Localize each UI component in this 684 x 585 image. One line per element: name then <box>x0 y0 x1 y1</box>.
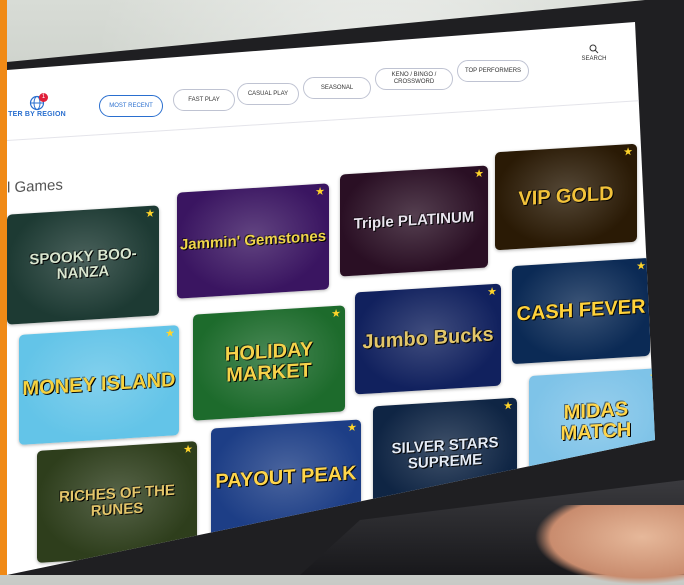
game-tile[interactable]: Jammin' Gemstones ★ <box>177 183 329 299</box>
game-title: MONEY ISLAND <box>22 368 176 401</box>
game-title: Jumbo Bucks <box>362 323 494 354</box>
favorite-star-icon[interactable]: ★ <box>487 286 497 299</box>
game-tile[interactable]: HOLIDAY MARKET ★ <box>193 305 345 421</box>
favorite-star-icon[interactable]: ★ <box>503 400 513 413</box>
search-button[interactable]: SEARCH <box>579 44 609 62</box>
tab-top-performers[interactable]: TOP PERFORMERS <box>457 60 529 82</box>
game-title: SPOOKY BOO-NANZA <box>29 244 137 283</box>
favorite-star-icon[interactable]: ★ <box>331 308 341 321</box>
game-tile[interactable]: VIP GOLD ★ <box>495 143 637 251</box>
tab-keno-bingo-crossword[interactable]: KENO / BINGO / CROSSWORD <box>375 68 453 90</box>
game-title: PAYOUT PEAK <box>215 462 357 493</box>
tab-casual-play[interactable]: CASUAL PLAY <box>237 83 299 105</box>
game-tile[interactable]: Jumbo Bucks ★ <box>355 283 501 395</box>
game-title: RICHES OF THE RUNES <box>59 481 175 520</box>
game-tile[interactable]: CASH FEVER ★ <box>512 257 650 365</box>
game-tile[interactable]: SPOOKY BOO-NANZA ★ <box>7 205 159 325</box>
search-icon <box>589 44 599 54</box>
hand <box>534 505 684 585</box>
game-title: SILVER STARS SUPREME <box>391 433 499 473</box>
page-title: l Games <box>7 176 63 197</box>
favorite-star-icon[interactable]: ★ <box>183 443 193 456</box>
tab-fast-play[interactable]: FAST PLAY <box>173 89 235 111</box>
game-tile[interactable]: Triple PLATINUM ★ <box>340 165 488 277</box>
favorite-star-icon[interactable]: ★ <box>636 260 646 273</box>
favorite-star-icon[interactable]: ★ <box>347 422 357 435</box>
tab-most-recent[interactable]: MOST RECENT <box>99 95 163 117</box>
game-title: HOLIDAY MARKET <box>224 338 314 387</box>
region-badge: 1 <box>39 93 48 102</box>
search-label: SEARCH <box>581 56 607 62</box>
orange-strip <box>0 0 7 575</box>
filter-by-region[interactable]: 1 TER BY REGION <box>7 93 67 135</box>
game-title: VIP GOLD <box>518 182 614 211</box>
favorite-star-icon[interactable]: ★ <box>474 168 484 181</box>
game-title: CASH FEVER <box>516 295 646 326</box>
favorite-star-icon[interactable]: ★ <box>623 146 633 159</box>
favorite-star-icon[interactable]: ★ <box>145 208 155 221</box>
favorite-star-icon[interactable]: ★ <box>165 327 175 340</box>
game-title: Jammin' Gemstones <box>179 227 327 254</box>
game-title: MIDAS MATCH <box>560 398 632 446</box>
favorite-star-icon[interactable]: ★ <box>315 186 325 199</box>
game-tile[interactable]: MONEY ISLAND ★ <box>19 325 179 445</box>
region-label: TER BY REGION <box>8 111 66 118</box>
tab-seasonal[interactable]: SEASONAL <box>303 77 371 99</box>
game-title: Triple PLATINUM <box>353 208 475 233</box>
